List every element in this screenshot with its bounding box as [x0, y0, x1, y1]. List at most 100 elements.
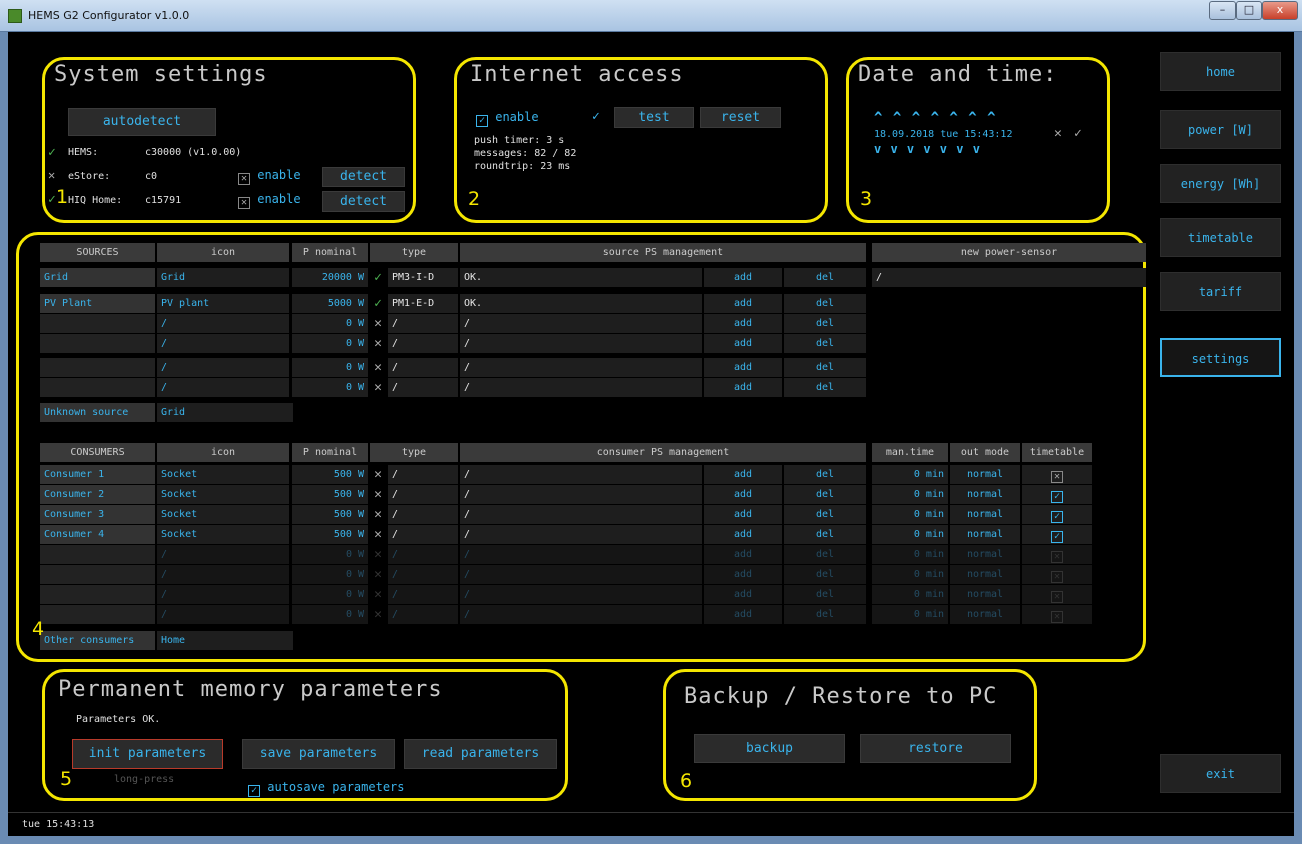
consumer-timetable-checkbox[interactable]: ✕ [1022, 585, 1092, 604]
consumer-out-mode[interactable]: normal [950, 545, 1020, 564]
consumer-del-button[interactable]: del [784, 605, 866, 624]
consumer-name[interactable] [40, 565, 155, 584]
source-type[interactable]: / [388, 334, 458, 353]
source-power[interactable]: 0 W [292, 378, 368, 397]
consumer-add-button[interactable]: add [704, 605, 782, 624]
hiq-enable-checkbox[interactable]: ✕ enable [238, 192, 301, 209]
source-power[interactable]: 0 W [292, 358, 368, 377]
consumer-del-button[interactable]: del [784, 465, 866, 484]
consumer-type[interactable]: / [388, 465, 458, 484]
nav-home[interactable]: home [1160, 52, 1281, 91]
read-parameters-button[interactable]: read parameters [404, 739, 557, 769]
minimize-button[interactable]: – [1209, 1, 1236, 20]
consumer-add-button[interactable]: add [704, 565, 782, 584]
consumer-timetable-checkbox[interactable]: ✓ [1022, 525, 1092, 544]
nav-timetable[interactable]: timetable [1160, 218, 1281, 257]
consumer-power[interactable]: 0 W [292, 605, 368, 624]
consumer-icon[interactable]: Socket [157, 525, 289, 544]
save-parameters-button[interactable]: save parameters [242, 739, 395, 769]
estore-enable-checkbox[interactable]: ✕ enable [238, 168, 301, 185]
consumer-name[interactable] [40, 605, 155, 624]
source-power[interactable]: 5000 W [292, 294, 368, 313]
consumer-type[interactable]: / [388, 545, 458, 564]
source-del-button[interactable]: del [784, 358, 866, 377]
consumer-out-mode[interactable]: normal [950, 565, 1020, 584]
consumer-name[interactable]: Consumer 2 [40, 485, 155, 504]
source-power[interactable]: 20000 W [292, 268, 368, 287]
consumer-type[interactable]: / [388, 505, 458, 524]
source-add-button[interactable]: add [704, 268, 782, 287]
unknown-source-value[interactable]: Grid [157, 403, 293, 422]
consumer-name[interactable] [40, 585, 155, 604]
date-decrement-arrows[interactable]: v v v v v v v [874, 142, 981, 156]
consumer-power[interactable]: 500 W [292, 465, 368, 484]
consumer-timetable-checkbox[interactable]: ✓ [1022, 485, 1092, 504]
consumer-man-time[interactable]: 0 min [872, 605, 948, 624]
consumer-man-time[interactable]: 0 min [872, 565, 948, 584]
consumer-power[interactable]: 0 W [292, 545, 368, 564]
consumer-type[interactable]: / [388, 605, 458, 624]
consumer-name[interactable]: Consumer 1 [40, 465, 155, 484]
consumer-del-button[interactable]: del [784, 585, 866, 604]
consumer-man-time[interactable]: 0 min [872, 525, 948, 544]
source-name[interactable]: Grid [40, 268, 155, 287]
consumer-icon[interactable]: / [157, 585, 289, 604]
consumer-timetable-checkbox[interactable]: ✓ [1022, 505, 1092, 524]
consumer-del-button[interactable]: del [784, 505, 866, 524]
source-add-button[interactable]: add [704, 314, 782, 333]
consumer-power[interactable]: 0 W [292, 585, 368, 604]
source-icon[interactable]: / [157, 378, 289, 397]
consumer-name[interactable]: Consumer 4 [40, 525, 155, 544]
consumer-add-button[interactable]: add [704, 585, 782, 604]
autodetect-button[interactable]: autodetect [68, 108, 216, 136]
consumer-power[interactable]: 0 W [292, 565, 368, 584]
restore-button[interactable]: restore [860, 734, 1011, 763]
consumer-man-time[interactable]: 0 min [872, 465, 948, 484]
source-icon[interactable]: PV plant [157, 294, 289, 313]
source-add-button[interactable]: add [704, 358, 782, 377]
consumer-man-time[interactable]: 0 min [872, 505, 948, 524]
consumer-out-mode[interactable]: normal [950, 465, 1020, 484]
consumer-timetable-checkbox[interactable]: ✕ [1022, 605, 1092, 624]
consumer-timetable-checkbox[interactable]: ✕ [1022, 565, 1092, 584]
source-add-button[interactable]: add [704, 334, 782, 353]
consumer-out-mode[interactable]: normal [950, 585, 1020, 604]
consumer-power[interactable]: 500 W [292, 525, 368, 544]
source-type[interactable]: / [388, 378, 458, 397]
consumer-del-button[interactable]: del [784, 565, 866, 584]
source-type[interactable]: PM3-I-D [388, 268, 458, 287]
consumer-del-button[interactable]: del [784, 485, 866, 504]
source-icon[interactable]: / [157, 314, 289, 333]
consumer-del-button[interactable]: del [784, 525, 866, 544]
date-increment-arrows[interactable]: ^ ^ ^ ^ ^ ^ ^ [874, 110, 997, 126]
date-confirm-icon[interactable]: ✓ [1074, 126, 1082, 141]
consumer-add-button[interactable]: add [704, 525, 782, 544]
consumer-type[interactable]: / [388, 565, 458, 584]
source-icon[interactable]: / [157, 358, 289, 377]
exit-button[interactable]: exit [1160, 754, 1281, 793]
source-del-button[interactable]: del [784, 378, 866, 397]
consumer-type[interactable]: / [388, 485, 458, 504]
source-add-button[interactable]: add [704, 294, 782, 313]
consumer-icon[interactable]: / [157, 545, 289, 564]
source-name[interactable] [40, 378, 155, 397]
reset-button[interactable]: reset [700, 107, 781, 128]
source-del-button[interactable]: del [784, 268, 866, 287]
backup-button[interactable]: backup [694, 734, 845, 763]
consumer-power[interactable]: 500 W [292, 485, 368, 504]
consumer-icon[interactable]: / [157, 565, 289, 584]
source-power[interactable]: 0 W [292, 334, 368, 353]
consumer-out-mode[interactable]: normal [950, 525, 1020, 544]
source-icon[interactable]: / [157, 334, 289, 353]
internet-enable-checkbox[interactable]: ✓ enable [476, 110, 539, 127]
consumer-add-button[interactable]: add [704, 465, 782, 484]
consumer-icon[interactable]: Socket [157, 465, 289, 484]
autosave-checkbox[interactable]: ✓ autosave parameters [248, 780, 405, 797]
source-type[interactable]: / [388, 314, 458, 333]
source-del-button[interactable]: del [784, 334, 866, 353]
consumer-name[interactable]: Consumer 3 [40, 505, 155, 524]
consumer-add-button[interactable]: add [704, 505, 782, 524]
consumer-timetable-checkbox[interactable]: ✕ [1022, 465, 1092, 484]
consumer-icon[interactable]: Socket [157, 505, 289, 524]
consumer-man-time[interactable]: 0 min [872, 545, 948, 564]
